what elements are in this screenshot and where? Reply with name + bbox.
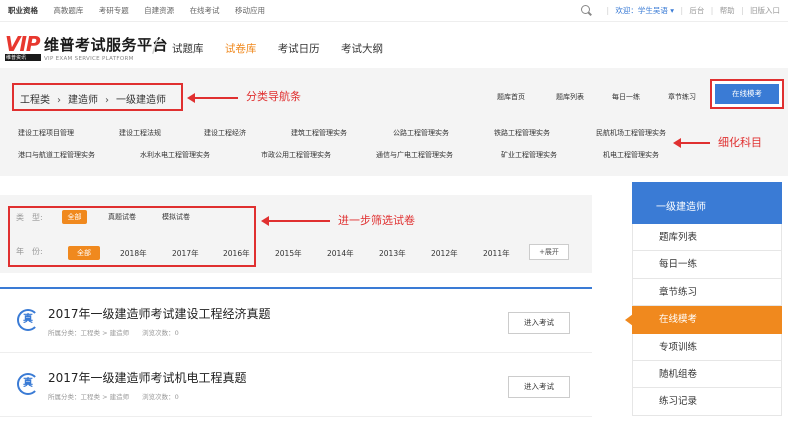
divider: / <box>152 36 159 57</box>
enter-exam-button[interactable]: 进入考试 <box>508 312 570 334</box>
subject-link[interactable]: 矿业工程管理实务 <box>501 150 557 160</box>
sidebar-item-special[interactable]: 专项训练 <box>632 333 782 361</box>
nav-question-bank[interactable]: 试题库 <box>172 43 204 55</box>
annotation-arrow-filter <box>261 216 330 226</box>
nav-exam-calendar[interactable]: 考试日历 <box>278 43 320 55</box>
annotation-filter: 进一步筛选试卷 <box>338 214 415 227</box>
exam-meta: 所属分类：工程类 > 建造师 浏览次数：0 <box>48 329 179 337</box>
search-icon[interactable] <box>581 5 591 14</box>
annotation-arrow-subjects <box>673 138 710 148</box>
toplink-custom-resources[interactable]: 自建资源 <box>144 6 174 15</box>
filter-year-label: 年 份: <box>16 247 43 256</box>
expand-years-button[interactable]: +展开 <box>529 244 569 260</box>
subject-link[interactable]: 建设工程法规 <box>119 128 161 138</box>
subject-link[interactable]: 建筑工程管理实务 <box>291 128 347 138</box>
main-nav: 试题库 试卷库 考试日历 考试大纲 <box>172 41 401 56</box>
filter-year[interactable]: 2014年 <box>327 248 354 259</box>
filter-year[interactable]: 2013年 <box>379 248 406 259</box>
real-exam-icon: 真 <box>17 309 39 331</box>
annotation-subjects: 细化科目 <box>718 136 762 149</box>
header: VIP 维普资讯 维普考试服务平台 VIP EXAM SERVICE PLATF… <box>0 22 788 68</box>
link-help[interactable]: 帮助 <box>720 6 735 15</box>
subject-link[interactable]: 建设工程经济 <box>204 128 246 138</box>
quick-link-daily[interactable]: 每日一练 <box>612 92 640 102</box>
breadcrumb-constructor[interactable]: 建造师 <box>68 95 98 106</box>
top-right: | 欢迎：学生吴语 ▾ | 后台 | 帮助 | 旧版入口 <box>581 5 780 16</box>
link-admin[interactable]: 后台 <box>689 6 704 15</box>
subject-link[interactable]: 市政公用工程管理实务 <box>261 150 331 160</box>
toplink-postgrad[interactable]: 考研专题 <box>99 6 129 15</box>
sidebar-item-daily[interactable]: 每日一练 <box>632 251 782 279</box>
subject-link[interactable]: 机电工程管理实务 <box>603 150 659 160</box>
breadcrumb-level1[interactable]: 一级建造师 <box>116 95 166 106</box>
exam-title[interactable]: 2017年一级建造师考试机电工程真题 <box>48 369 247 386</box>
exam-meta: 所属分类：工程类 > 建造师 浏览次数：0 <box>48 393 179 401</box>
toplink-higher-edu[interactable]: 高教题库 <box>53 6 83 15</box>
filter-type-label: 类 型: <box>16 213 43 222</box>
filter-type-real[interactable]: 真题试卷 <box>101 210 143 224</box>
breadcrumb-engineering[interactable]: 工程类 <box>20 95 50 106</box>
exam-item: 真 2017年一级建造师考试机电工程真题 所属分类：工程类 > 建造师 浏览次数… <box>0 353 592 417</box>
brand-name: 维普考试服务平台 <box>44 36 169 54</box>
breadcrumb: 工程类 › 建造师 › 一级建造师 <box>20 95 166 106</box>
user-menu[interactable]: 欢迎：学生吴语 ▾ <box>615 6 674 15</box>
sidebar-title: 一级建造师 <box>632 182 782 224</box>
subject-link[interactable]: 通信与广电工程管理实务 <box>376 150 453 160</box>
filter-type-all[interactable]: 全部 <box>62 210 87 224</box>
toplink-online-exam[interactable]: 在线考试 <box>190 6 220 15</box>
subject-link[interactable]: 水利水电工程管理实务 <box>140 150 210 160</box>
toplink-mobile[interactable]: 移动应用 <box>235 6 265 15</box>
filter-type-mock[interactable]: 模拟试卷 <box>155 210 197 224</box>
exam-list: 真 2017年一级建造师考试建设工程经济真题 所属分类：工程类 > 建造师 浏览… <box>0 287 592 422</box>
exam-item: 真 2017年一级建造师考试建设工程经济真题 所属分类：工程类 > 建造师 浏览… <box>0 289 592 353</box>
real-exam-icon: 真 <box>17 373 39 395</box>
subject-link[interactable]: 港口与航道工程管理实务 <box>18 150 95 160</box>
sidebar: 一级建造师 题库列表 每日一练 章节练习 在线模考 专项训练 随机组卷 练习记录 <box>625 182 782 416</box>
filter-year[interactable]: 2017年 <box>172 248 199 259</box>
quick-link-list[interactable]: 题库列表 <box>556 92 584 102</box>
quick-link-home[interactable]: 题库首页 <box>497 92 525 102</box>
top-links: 职业资格 高教题库 考研专题 自建资源 在线考试 移动应用 <box>8 5 278 16</box>
sidebar-item-chapter[interactable]: 章节练习 <box>632 278 782 307</box>
nav-exam-outline[interactable]: 考试大纲 <box>341 43 383 55</box>
annotation-breadcrumb: 分类导航条 <box>246 90 301 103</box>
sidebar-item-online-exam[interactable]: 在线模考 <box>625 306 782 334</box>
exam-title[interactable]: 2017年一级建造师考试建设工程经济真题 <box>48 305 271 322</box>
subject-link[interactable]: 公路工程管理实务 <box>393 128 449 138</box>
annotation-arrow-breadcrumb <box>187 93 238 103</box>
sidebar-item-records[interactable]: 练习记录 <box>632 388 782 416</box>
filter-year[interactable]: 2012年 <box>431 248 458 259</box>
sidebar-item-random[interactable]: 随机组卷 <box>632 360 782 389</box>
filter-year[interactable]: 2015年 <box>275 248 302 259</box>
vip-logo[interactable]: VIP 维普资讯 <box>5 34 41 61</box>
filter-year[interactable]: 2018年 <box>120 248 147 259</box>
quick-link-chapter[interactable]: 章节练习 <box>668 92 696 102</box>
subject-link[interactable]: 铁路工程管理实务 <box>494 128 550 138</box>
online-exam-highlight: 在线模考 <box>710 79 784 109</box>
top-bar: 职业资格 高教题库 考研专题 自建资源 在线考试 移动应用 | 欢迎：学生吴语 … <box>0 0 788 22</box>
filter-year[interactable]: 2011年 <box>483 248 510 259</box>
link-old-version[interactable]: 旧版入口 <box>750 6 780 15</box>
filter-year-all[interactable]: 全部 <box>68 246 100 260</box>
online-exam-button[interactable]: 在线模考 <box>715 84 779 104</box>
enter-exam-button[interactable]: 进入考试 <box>508 376 570 398</box>
subject-link[interactable]: 民航机场工程管理实务 <box>596 128 666 138</box>
brand: 维普考试服务平台 VIP EXAM SERVICE PLATFORM <box>44 34 168 62</box>
brand-en: VIP EXAM SERVICE PLATFORM <box>44 56 134 62</box>
sidebar-item-list[interactable]: 题库列表 <box>632 224 782 252</box>
subject-link[interactable]: 建设工程项目管理 <box>18 128 74 138</box>
filter-year[interactable]: 2016年 <box>223 248 250 259</box>
toplink-vocational[interactable]: 职业资格 <box>8 6 38 15</box>
nav-paper-bank[interactable]: 试卷库 <box>225 43 257 55</box>
